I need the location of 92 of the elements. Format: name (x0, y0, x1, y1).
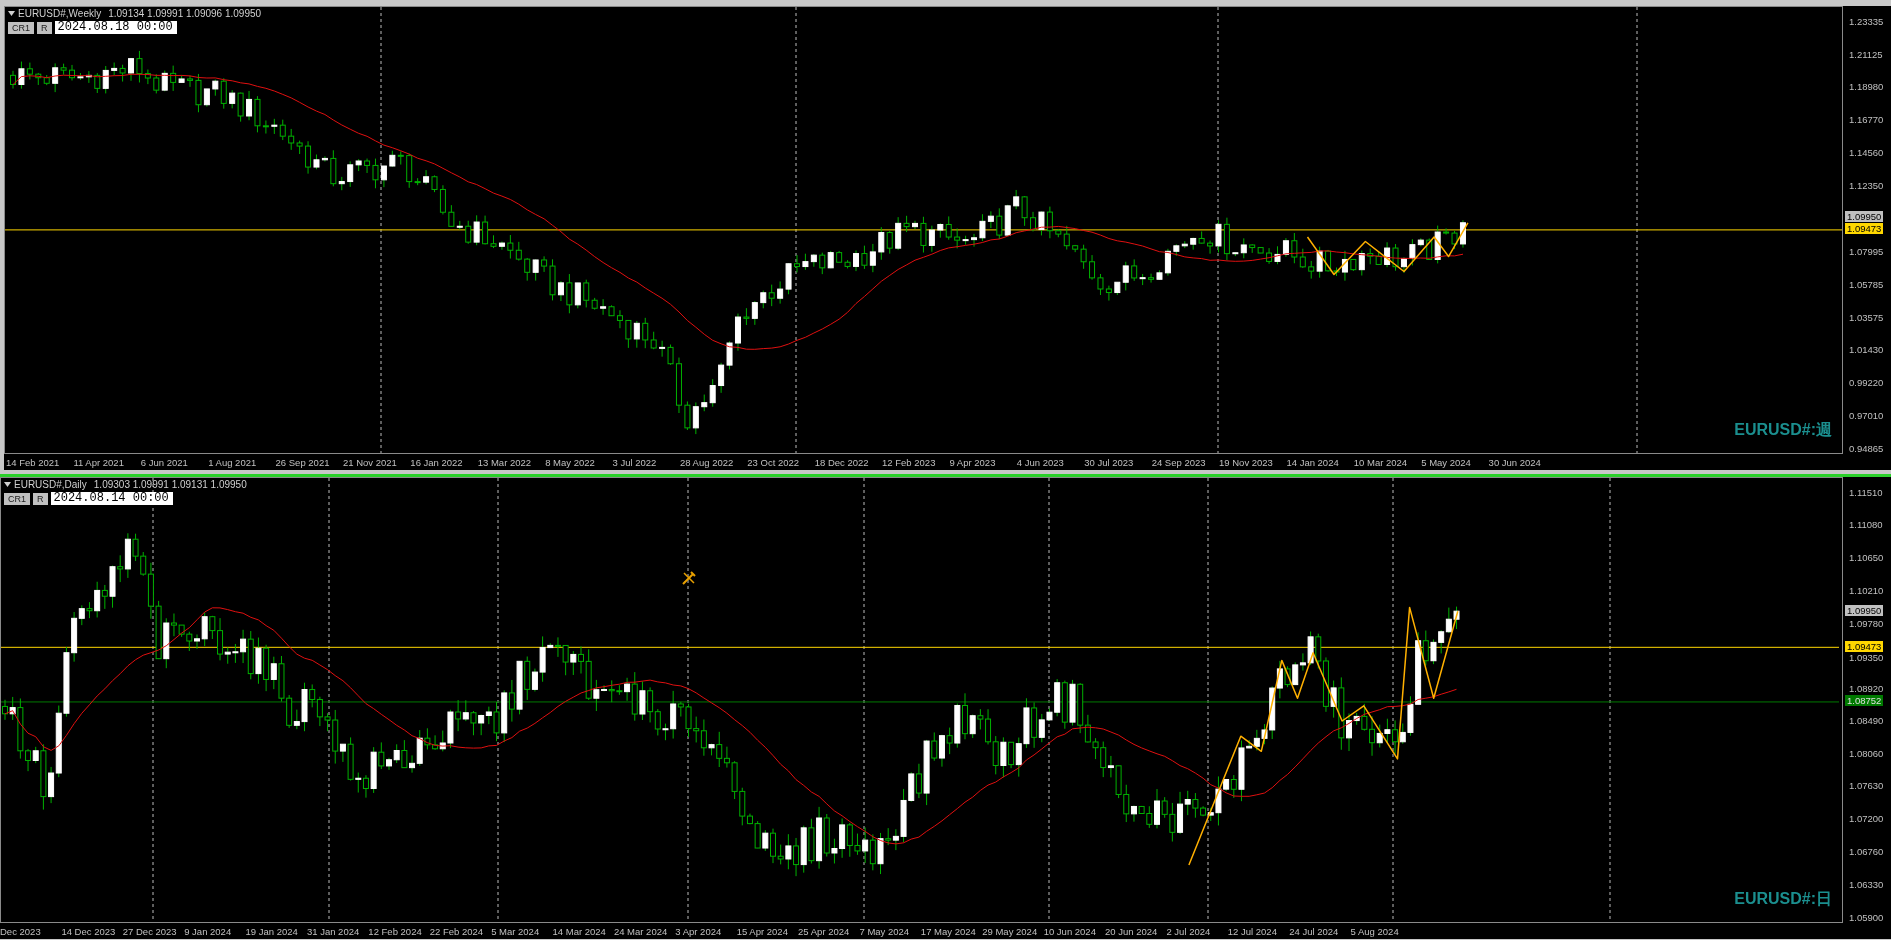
chart-button[interactable]: CR1 (4, 492, 30, 505)
chart-button[interactable]: R (37, 21, 52, 34)
date-label: 12 Feb 2024 (368, 925, 423, 937)
date-label: 5 May 2024 (1421, 456, 1472, 468)
date-label: 15 Apr 2024 (736, 925, 789, 937)
date-label: 13 Mar 2022 (477, 456, 533, 468)
price-label: 1.05900 (1849, 911, 1884, 923)
date-label: 30 Jun 2024 (1488, 456, 1542, 468)
date-label: 18 Dec 2022 (814, 456, 870, 468)
chart-title: EURUSD#,Daily (14, 479, 87, 490)
price-marker: 1.08752 (1845, 695, 1884, 707)
price-label: 1.14560 (1849, 147, 1884, 159)
price-label: 1.16770 (1849, 113, 1884, 125)
price-label: 1.01430 (1849, 344, 1884, 356)
date-label: 28 Aug 2022 (679, 456, 735, 468)
date-label: 1 Aug 2021 (208, 456, 258, 468)
price-label: 1.23335 (1849, 15, 1884, 27)
price-label: 1.11080 (1849, 519, 1883, 531)
date-label: 14 Dec 2023 (61, 925, 117, 937)
date-label: 19 Nov 2023 (1219, 456, 1274, 468)
date-label: 10 Mar 2024 (1353, 456, 1409, 468)
symbol-watermark: EURUSD#:週 (1734, 420, 1832, 440)
date-label: 5 Mar 2024 (491, 925, 541, 937)
date-label: 24 Sep 2023 (1151, 456, 1207, 468)
price-marker: 1.09473 (1845, 640, 1884, 652)
date-label: Dec 2023 (0, 925, 42, 937)
price-label: 1.07995 (1849, 245, 1884, 257)
price-marker: 1.09473 (1845, 223, 1884, 235)
time-field[interactable]: 2024.08.18 00:00 (54, 21, 177, 34)
price-label: 1.11510 (1849, 486, 1883, 498)
ohlc-values: 1.09303 1.09991 1.09131 1.09950 (93, 479, 247, 490)
price-label: 1.06760 (1849, 846, 1884, 858)
date-label: 23 Oct 2022 (747, 456, 801, 468)
date-label: 12 Jul 2024 (1227, 925, 1278, 937)
chart-title: EURUSD#,Weekly (18, 8, 102, 19)
price-label: 1.03575 (1849, 311, 1884, 323)
date-label: 20 Jun 2024 (1105, 925, 1159, 937)
date-label: 29 May 2024 (982, 925, 1039, 937)
date-label: 14 Feb 2021 (6, 456, 61, 468)
date-label: 27 Dec 2023 (122, 925, 178, 937)
date-label: 31 Jan 2024 (306, 925, 361, 937)
date-label: 2 Jul 2024 (1166, 925, 1212, 937)
date-label: 8 May 2022 (545, 456, 596, 468)
price-label: 1.08490 (1849, 715, 1884, 727)
date-label: 25 Apr 2024 (798, 925, 851, 937)
price-label: 1.09350 (1849, 651, 1884, 663)
date-label: 17 May 2024 (920, 925, 977, 937)
date-label: 24 Jul 2024 (1289, 925, 1340, 937)
date-label: 3 Jul 2022 (612, 456, 658, 468)
date-label: 3 Apr 2024 (675, 925, 723, 937)
time-field[interactable]: 2024.08.14 00:00 (50, 492, 173, 505)
chart-button[interactable]: R (33, 492, 48, 505)
price-label: 0.94865 (1849, 442, 1884, 454)
price-label: 1.10210 (1849, 585, 1884, 596)
price-label: 1.07200 (1849, 813, 1884, 824)
date-label: 14 Jan 2024 (1286, 456, 1340, 468)
date-label: 22 Feb 2024 (429, 925, 485, 937)
price-marker: 1.09950 (1845, 211, 1884, 223)
price-label: 1.10650 (1849, 551, 1884, 563)
date-label: 7 May 2024 (859, 925, 911, 937)
date-label: 19 Jan 2024 (245, 925, 299, 937)
price-label: 1.08060 (1849, 747, 1884, 759)
date-label: 16 Jan 2022 (410, 456, 464, 468)
date-label: 24 Mar 2024 (613, 925, 669, 937)
date-label: 4 Jun 2023 (1016, 456, 1065, 468)
price-label: 0.97010 (1849, 410, 1884, 422)
price-label: 1.21125 (1849, 48, 1883, 60)
date-label: 6 Jun 2021 (140, 456, 189, 468)
price-label: 1.05785 (1849, 278, 1884, 290)
chart-button[interactable]: CR1 (8, 21, 34, 34)
price-label: 1.09780 (1849, 617, 1884, 629)
price-label: 1.18980 (1849, 80, 1884, 92)
price-label: 0.99220 (1849, 377, 1884, 389)
date-label: 9 Jan 2024 (184, 925, 233, 937)
date-label: 21 Nov 2021 (342, 456, 398, 468)
date-label: 9 Apr 2023 (949, 456, 997, 468)
price-label: 1.07630 (1849, 780, 1884, 792)
date-label: 26 Sep 2021 (275, 456, 331, 468)
date-label: 14 Mar 2024 (552, 925, 607, 937)
price-label: 1.08920 (1849, 682, 1884, 694)
date-label: 30 Jul 2023 (1084, 456, 1135, 468)
ohlc-values: 1.09134 1.09991 1.09096 1.09950 (108, 8, 262, 19)
date-label: 10 Jun 2024 (1043, 925, 1097, 937)
price-marker: 1.09950 (1845, 604, 1884, 616)
date-label: 5 Aug 2024 (1350, 925, 1400, 937)
price-label: 1.12350 (1849, 180, 1884, 192)
dropdown-icon[interactable] (8, 11, 15, 16)
symbol-watermark: EURUSD#:日 (1734, 889, 1832, 909)
price-label: 1.06330 (1849, 878, 1884, 890)
dropdown-icon[interactable] (4, 482, 11, 487)
date-label: 11 Apr 2021 (73, 456, 125, 468)
date-label: 12 Feb 2023 (882, 456, 937, 468)
